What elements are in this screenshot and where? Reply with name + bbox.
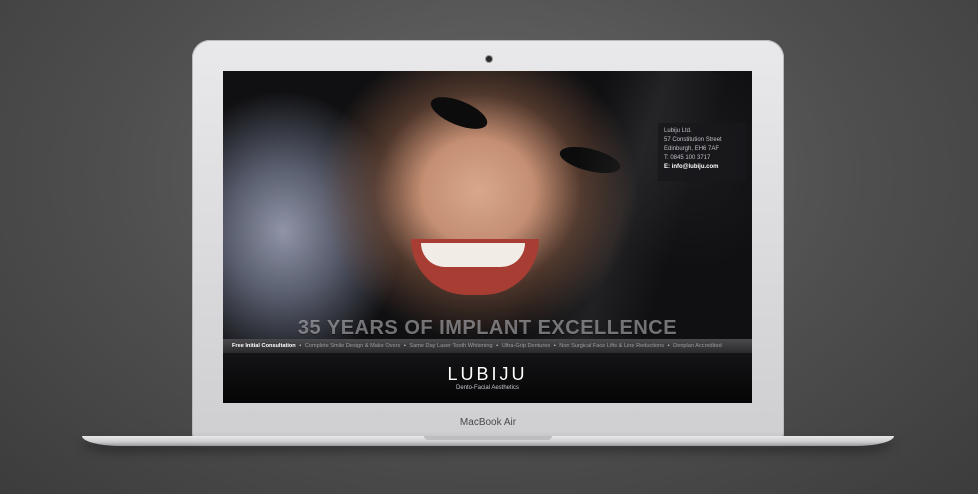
contact-company: Lubiju Ltd. bbox=[664, 128, 692, 134]
site-tagline: Dento-Facial Aesthetics bbox=[455, 385, 520, 391]
service-separator: • bbox=[299, 343, 302, 349]
laptop-lid: Lubiju Ltd. 57 Constitution Street Edinb… bbox=[192, 40, 784, 438]
service-link-face-lifts[interactable]: Non Surgical Face Lifts & Line Reduction… bbox=[559, 343, 664, 349]
hero-teeth bbox=[421, 243, 525, 267]
contact-phone[interactable]: T: 0845 100 3717 bbox=[664, 154, 740, 163]
contact-box: Lubiju Ltd. 57 Constitution Street Edinb… bbox=[658, 123, 746, 181]
device-label: MacBook Air bbox=[459, 417, 517, 428]
contact-city: Edinburgh, EH6 7AF bbox=[664, 146, 720, 152]
service-link-denplan[interactable]: Denplan Accredited bbox=[673, 343, 722, 349]
service-separator: • bbox=[496, 343, 499, 349]
contact-street: 57 Constitution Street bbox=[664, 137, 722, 143]
camera-icon bbox=[486, 56, 492, 62]
service-link-dentures[interactable]: Ultra-Grip Dentures bbox=[502, 343, 551, 349]
services-nav: Free Initial Consultation • Complete Smi… bbox=[223, 339, 752, 353]
site-logo[interactable]: LUBIJU bbox=[223, 353, 752, 383]
contact-email-link[interactable]: E: info@lubiju.com bbox=[664, 163, 740, 172]
service-separator: • bbox=[403, 343, 406, 349]
service-link-smile-design[interactable]: Complete Smile Design & Make Overs bbox=[305, 343, 400, 349]
service-separator: • bbox=[667, 343, 670, 349]
hero-eye-left bbox=[426, 90, 492, 136]
service-separator: • bbox=[553, 343, 556, 349]
laptop-screen: Lubiju Ltd. 57 Constitution Street Edinb… bbox=[223, 71, 752, 403]
hero-image bbox=[223, 71, 752, 382]
site-footer: LUBIJU Dento-Facial Aesthetics bbox=[223, 353, 752, 403]
laptop-notch bbox=[424, 436, 552, 440]
laptop-base bbox=[82, 436, 894, 446]
service-link-consultation[interactable]: Free Initial Consultation bbox=[232, 343, 296, 349]
headline: 35 YEARS OF IMPLANT EXCELLENCE bbox=[297, 317, 678, 339]
service-link-whitening[interactable]: Same Day Laser Tooth Whitening bbox=[409, 343, 492, 349]
